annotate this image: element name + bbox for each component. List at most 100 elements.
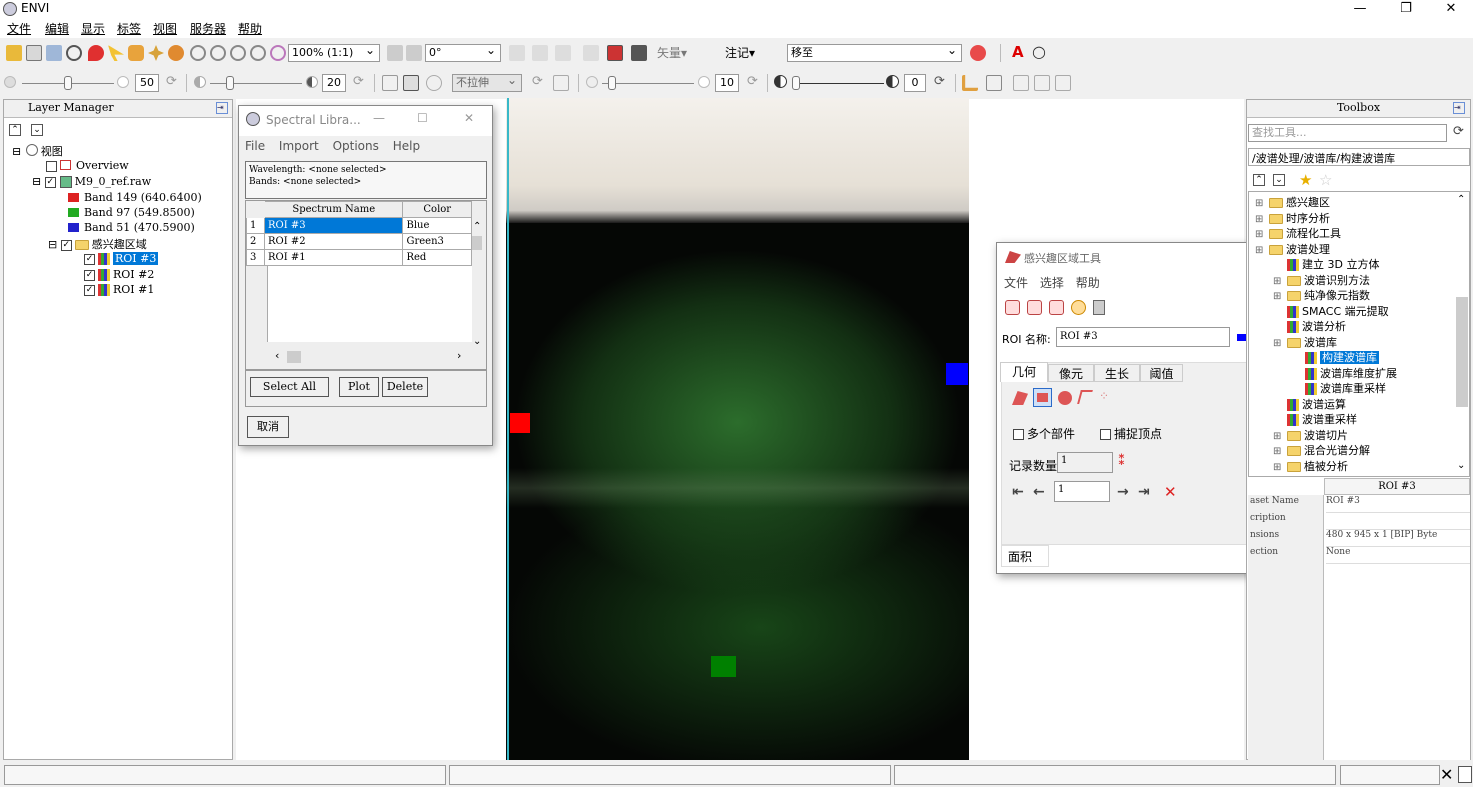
expander-icon[interactable]: ⊞ <box>1273 338 1287 349</box>
vector-menu[interactable]: 矢量▾ <box>657 44 687 61</box>
tab-pixel[interactable]: 像元 <box>1048 364 1094 382</box>
roi-menu-file[interactable]: 文件 <box>1004 276 1028 290</box>
delete-record-icon[interactable]: ✕ <box>1164 483 1177 501</box>
snap-vertex-checkbox[interactable]: 捕捉顶点 <box>1100 425 1162 442</box>
expander-icon[interactable]: ⊞ <box>1255 245 1269 256</box>
sl-vscroll-thumb[interactable] <box>472 236 482 250</box>
expander-icon[interactable]: ⊞ <box>1273 462 1287 473</box>
menu-label[interactable]: 标签 <box>117 20 141 37</box>
tree-roi-1[interactable]: ✓ ROI #1 <box>84 283 154 296</box>
tree-roi-2[interactable]: ✓ ROI #2 <box>84 268 154 281</box>
expander-icon[interactable]: ⊞ <box>1273 431 1287 442</box>
roi-name-input[interactable]: ROI #3 <box>1056 327 1230 347</box>
spectrum-color[interactable]: Green3 <box>402 233 472 250</box>
sl-maximize-button[interactable]: ☐ <box>417 111 428 125</box>
view-2-icon[interactable] <box>1034 75 1050 91</box>
menu-edit[interactable]: 编辑 <box>45 20 69 37</box>
tree-raster[interactable]: ⊟ ✓ M9_0_ref.raw <box>32 175 151 188</box>
first-record-icon[interactable]: ⇤ <box>1012 484 1024 500</box>
pin-icon[interactable] <box>88 45 104 61</box>
zoom-select[interactable]: 100% (1:1) <box>288 43 380 62</box>
transparency-slider[interactable] <box>792 76 800 90</box>
next-record-icon[interactable]: → <box>1117 484 1129 500</box>
roi-1-marker[interactable] <box>510 413 530 433</box>
hyperspectral-image[interactable] <box>506 98 969 760</box>
data-manager-icon[interactable] <box>26 45 42 61</box>
toolbox-item[interactable]: ⊞ 时序分析 <box>1255 210 1330 226</box>
multi-part-checkbox[interactable]: 多个部件 <box>1013 425 1075 442</box>
stretch-select[interactable]: 不拉伸 <box>452 73 522 92</box>
roi-tool-icon[interactable] <box>607 45 623 61</box>
sl-scroll-right-icon[interactable]: › <box>457 349 461 362</box>
roi-menu-help[interactable]: 帮助 <box>1076 276 1100 290</box>
prop-value[interactable]: 480 x 945 x 1 [BIP] Byte <box>1326 530 1470 547</box>
zoom-full-icon[interactable] <box>270 45 286 61</box>
brightness-slider[interactable] <box>64 76 72 90</box>
tab-grow[interactable]: 生长 <box>1094 364 1140 382</box>
spectrum-row[interactable]: 3 ROI #1 Red <box>246 249 472 266</box>
cancel-button[interactable]: 取消 <box>247 416 289 438</box>
toolbox-item[interactable]: ⊞ 波谱处理 <box>1255 241 1330 257</box>
prop-value[interactable]: None <box>1326 547 1470 564</box>
rotate-right-icon[interactable] <box>406 45 422 61</box>
tree-roi-3[interactable]: ✓ ROI #3 <box>84 252 159 265</box>
expander-icon[interactable]: ⊞ <box>1255 214 1269 225</box>
sl-scroll-down-icon[interactable]: ⌄ <box>473 336 481 347</box>
spectrum-row[interactable]: 2 ROI #2 Green3 <box>246 233 472 250</box>
new-roi-icon[interactable] <box>1005 300 1020 315</box>
delete-roi-icon[interactable] <box>1049 300 1064 315</box>
expander-icon[interactable]: ⊞ <box>1255 198 1269 209</box>
delete-records-icon[interactable]: ⁑ <box>1118 453 1125 469</box>
portal-icon[interactable] <box>986 75 1002 91</box>
prop-value[interactable] <box>1326 513 1470 530</box>
annotation-menu[interactable]: 注记▾ <box>725 44 755 61</box>
prop-value[interactable]: ROI #3 <box>1326 496 1470 513</box>
col-color[interactable]: Color <box>402 201 472 218</box>
favorite-add-icon[interactable]: ☆ <box>1319 171 1332 189</box>
toolbox-item[interactable]: 波谱库维度扩展 <box>1291 365 1397 381</box>
menu-server[interactable]: 服务器 <box>190 20 226 37</box>
toolbox-item[interactable]: ⊞ 波谱切片 <box>1273 427 1348 443</box>
expander-icon[interactable]: ⊞ <box>1273 276 1287 287</box>
toolbox-item[interactable]: ⊞ 感兴趣区 <box>1255 194 1330 210</box>
toolbox-item[interactable]: ⊞ 纯净像元指数 <box>1273 287 1370 303</box>
tab-geometry[interactable]: 几何 <box>1000 362 1048 382</box>
sl-scroll-left-icon[interactable]: ‹ <box>275 349 279 362</box>
tree-roi-folder[interactable]: ⊟ ✓ 感兴趣区域 <box>48 236 147 252</box>
ellipse-icon[interactable] <box>1058 391 1072 405</box>
zoom-icon[interactable] <box>190 45 206 61</box>
last-record-icon[interactable]: ⇥ <box>1138 484 1150 500</box>
toolbox-item[interactable]: ⊞ 波谱库 <box>1273 334 1337 350</box>
tree-band-blue[interactable]: Band 51 (470.5900) <box>64 221 195 234</box>
tree-view-root[interactable]: ⊟ 视图 <box>12 143 63 159</box>
hand-icon[interactable] <box>128 45 144 61</box>
chip-icon[interactable] <box>962 75 978 91</box>
toolbox-item[interactable]: SMACC 端元提取 <box>1273 303 1389 319</box>
collapse-all-icon[interactable]: ⌃ <box>9 124 21 136</box>
zoom-fixed-in-icon[interactable] <box>250 45 266 61</box>
close-button[interactable]: ✕ <box>1428 0 1473 18</box>
select-arrow-icon[interactable] <box>108 45 124 61</box>
tb-expand-icon[interactable]: ⌄ <box>1273 174 1285 186</box>
select-all-button[interactable]: Select All <box>250 377 329 397</box>
goto-select[interactable]: 移至 <box>787 43 962 62</box>
toolbox-refresh-icon[interactable]: ⟳ <box>1453 124 1464 139</box>
roi-3-marker[interactable] <box>946 363 968 385</box>
stretch-refresh-icon[interactable]: ⟳ <box>532 74 543 89</box>
toolbox-item[interactable]: ⊞ 混合光谱分解 <box>1273 442 1370 458</box>
sl-menu-help[interactable]: Help <box>393 139 420 153</box>
point-icon[interactable]: ⁘ <box>1099 389 1109 403</box>
minimize-button[interactable]: — <box>1337 0 1383 18</box>
spectrum-name[interactable]: ROI #1 <box>263 249 404 266</box>
tree-overview[interactable]: Overview <box>46 159 129 172</box>
contrast-slider[interactable] <box>226 76 234 90</box>
spectrum-name[interactable]: ROI #2 <box>263 233 404 250</box>
tab-threshold[interactable]: 阈值 <box>1140 364 1183 382</box>
crosshair-icon[interactable] <box>509 45 525 61</box>
cursor-value-icon[interactable] <box>532 45 548 61</box>
sl-menu-import[interactable]: Import <box>279 139 319 153</box>
sl-scroll-up-icon[interactable]: ⌃ <box>473 221 481 232</box>
pixel-locator-icon[interactable] <box>555 45 571 61</box>
roi-2-marker[interactable] <box>711 656 736 677</box>
expander-icon[interactable]: ⊞ <box>1273 446 1287 457</box>
